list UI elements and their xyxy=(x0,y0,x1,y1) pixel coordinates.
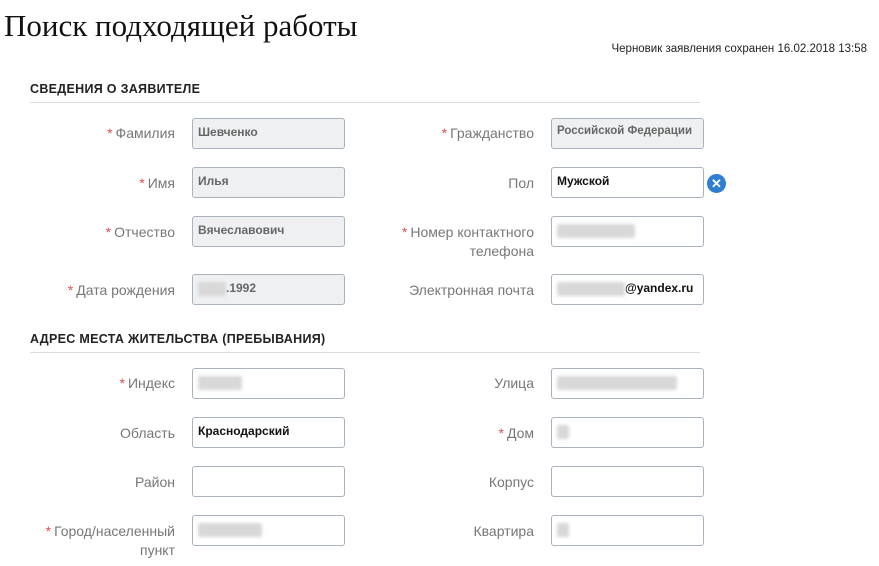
redacted-block xyxy=(198,281,226,296)
required-marker: * xyxy=(107,125,113,141)
phone-label: * Номер контактного телефона xyxy=(401,224,534,259)
house-label: * Дом xyxy=(498,425,534,441)
required-marker: * xyxy=(498,425,504,441)
gender-label: Пол xyxy=(508,175,534,191)
patronymic-field[interactable]: Вячеславович xyxy=(192,216,345,247)
region-label: Область xyxy=(120,425,175,441)
birth-date-label: * Дата рождения xyxy=(67,282,175,298)
birth-date-field[interactable]: .1992 xyxy=(192,274,345,305)
redacted-block xyxy=(557,424,569,439)
street-label: Улица xyxy=(494,375,534,391)
building-field[interactable] xyxy=(551,466,704,497)
street-field[interactable] xyxy=(551,368,704,399)
redacted-block xyxy=(557,281,625,296)
close-icon[interactable]: ✕ xyxy=(707,174,726,193)
citizenship-field[interactable]: Российской Федерации xyxy=(551,118,704,149)
phone-field[interactable] xyxy=(551,216,704,247)
redacted-block xyxy=(557,522,569,537)
draft-status: Черновик заявления сохранен 16.02.2018 1… xyxy=(611,43,867,55)
house-field[interactable] xyxy=(551,417,704,448)
district-field[interactable] xyxy=(192,466,345,497)
citizenship-label: * Гражданство xyxy=(441,125,534,141)
email-label: Электронная почта xyxy=(409,282,534,298)
redacted-block xyxy=(557,375,677,390)
district-label: Район xyxy=(135,474,175,490)
required-marker: * xyxy=(441,125,448,141)
required-marker: * xyxy=(105,224,112,240)
required-marker: * xyxy=(45,523,52,539)
gender-select[interactable]: Мужской xyxy=(551,167,704,198)
city-label: * Город/населенный пункт xyxy=(45,523,175,558)
required-marker: * xyxy=(401,224,408,240)
required-marker: * xyxy=(139,175,145,191)
redacted-block xyxy=(198,375,242,390)
section-title-applicant: СВЕДЕНИЯ О ЗАЯВИТЕЛЕ xyxy=(30,82,700,103)
section-title-address: АДРЕС МЕСТА ЖИТЕЛЬСТВА (ПРЕБЫВАНИЯ) xyxy=(30,332,700,353)
building-label: Корпус xyxy=(488,474,534,490)
required-marker: * xyxy=(119,375,125,391)
apartment-field[interactable] xyxy=(551,515,704,546)
index-label: * Индекс xyxy=(119,375,175,391)
surname-label: * Фамилия xyxy=(107,125,175,141)
apartment-label: Квартира xyxy=(473,523,534,539)
required-marker: * xyxy=(67,282,74,298)
surname-field[interactable]: Шевченко xyxy=(192,118,345,149)
patronymic-label: * Отчество xyxy=(105,224,175,240)
name-field[interactable]: Илья xyxy=(192,167,345,198)
email-field[interactable]: @yandex.ru xyxy=(551,274,704,305)
index-field[interactable] xyxy=(192,368,345,399)
redacted-block xyxy=(198,522,262,537)
region-field[interactable]: Краснодарский xyxy=(192,417,345,448)
page-title: Поиск подходящей работы xyxy=(4,8,358,43)
name-label: * Имя xyxy=(139,175,175,191)
city-field[interactable] xyxy=(192,515,345,546)
redacted-block xyxy=(557,223,635,238)
